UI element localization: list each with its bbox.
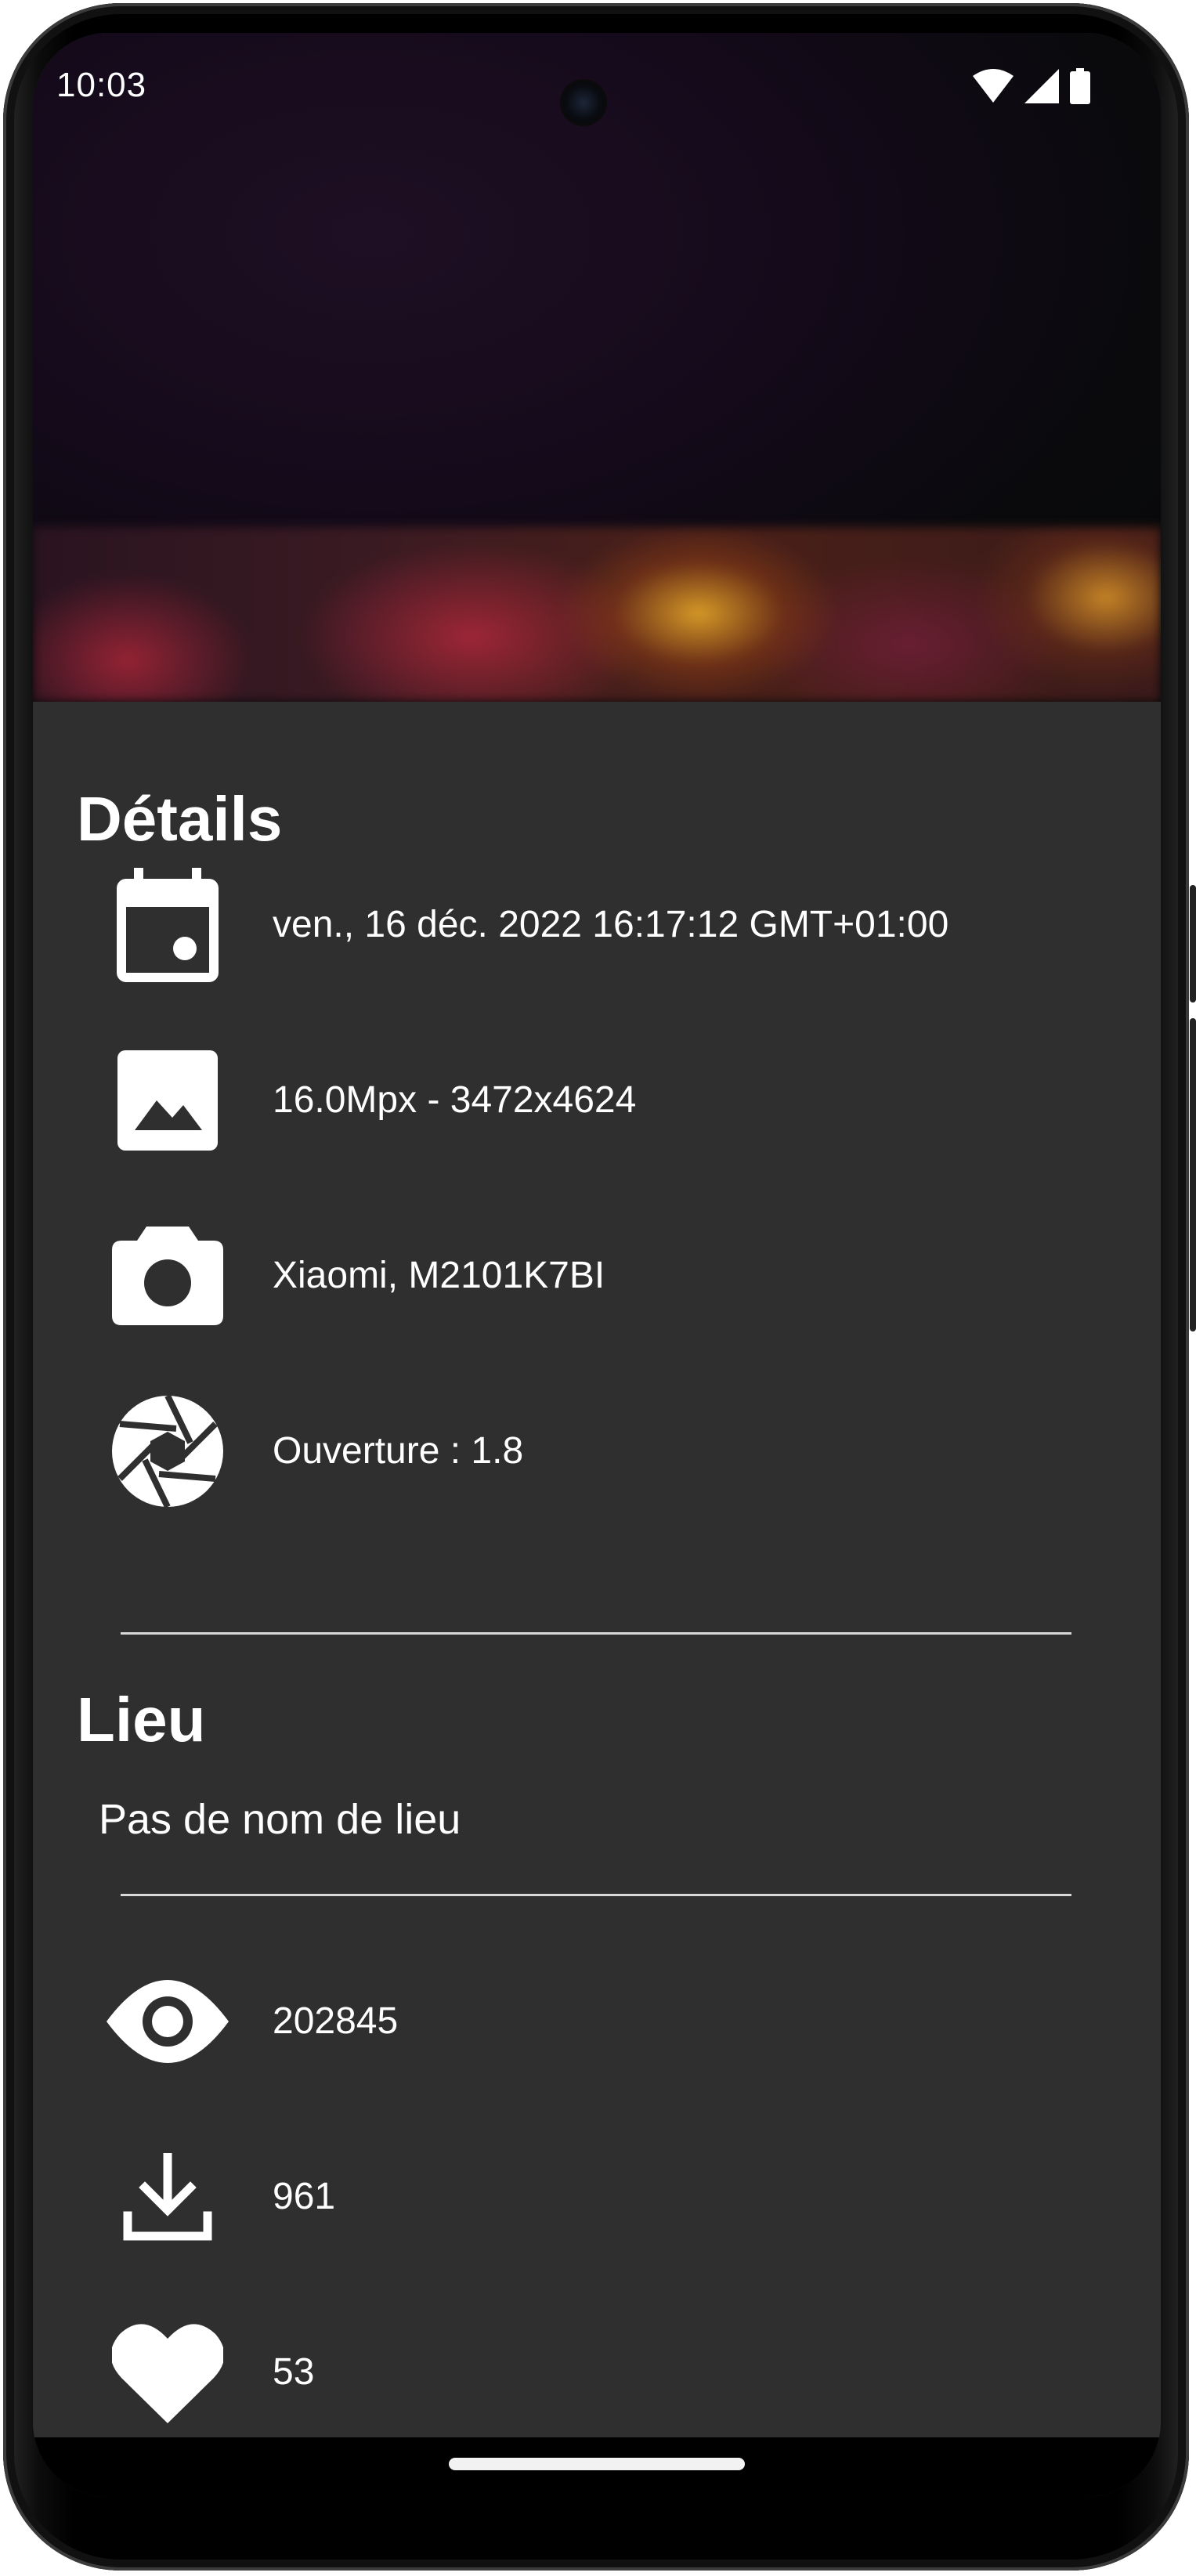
details-title: Détails: [77, 784, 283, 854]
stat-likes-text: 53: [273, 2351, 315, 2393]
aperture-icon: [107, 1390, 229, 1512]
detail-camera-text: Xiaomi, M2101K7BI: [273, 1255, 605, 1296]
cell-signal-icon: [1024, 68, 1059, 107]
details-sheet: Détails ven., 16 déc. 2022 16:17:12 GMT+…: [33, 702, 1161, 2437]
phone-device: 10:03 Détails ven., 16 déc. 2022 16:17:1…: [0, 0, 1196, 2576]
download-icon: [107, 2136, 229, 2258]
detail-row-date: ven., 16 déc. 2022 16:17:12 GMT+01:00: [33, 851, 1161, 999]
volume-button: [1190, 1018, 1196, 1331]
stat-row-downloads: 961: [33, 2123, 1161, 2271]
battery-icon: [1070, 67, 1090, 108]
detail-row-aperture: Ouverture : 1.8: [33, 1377, 1161, 1526]
phone-screen: 10:03 Détails ven., 16 déc. 2022 16:17:1…: [33, 33, 1161, 2497]
section-divider: [121, 1632, 1071, 1635]
camera-icon: [107, 1215, 229, 1337]
status-icons: [973, 67, 1090, 108]
section-divider: [121, 1894, 1071, 1896]
location-title: Lieu: [77, 1685, 206, 1754]
image-icon: [107, 1039, 229, 1162]
front-camera: [562, 81, 605, 124]
power-button: [1190, 885, 1196, 1003]
status-time: 10:03: [56, 66, 147, 104]
stat-row-views: 202845: [33, 1947, 1161, 2096]
home-handle[interactable]: [449, 2458, 745, 2470]
stat-row-likes: 53: [33, 2298, 1161, 2447]
heart-icon: [107, 2311, 229, 2433]
detail-date-text: ven., 16 déc. 2022 16:17:12 GMT+01:00: [273, 904, 949, 945]
detail-row-camera: Xiaomi, M2101K7BI: [33, 1201, 1161, 1350]
detail-row-resolution: 16.0Mpx - 3472x4624: [33, 1026, 1161, 1175]
photo-preview-content: [33, 527, 1161, 702]
eye-icon: [107, 1960, 229, 2083]
status-bar: 10:03: [33, 33, 1161, 150]
wifi-icon: [973, 68, 1014, 108]
detail-resolution-text: 16.0Mpx - 3472x4624: [273, 1079, 637, 1121]
stat-views-text: 202845: [273, 2000, 399, 2042]
stat-downloads-text: 961: [273, 2176, 336, 2217]
gesture-nav-bar: [33, 2437, 1161, 2497]
location-text: Pas de nom de lieu: [99, 1796, 461, 1843]
calendar-icon: [107, 864, 229, 986]
detail-aperture-text: Ouverture : 1.8: [273, 1430, 524, 1472]
